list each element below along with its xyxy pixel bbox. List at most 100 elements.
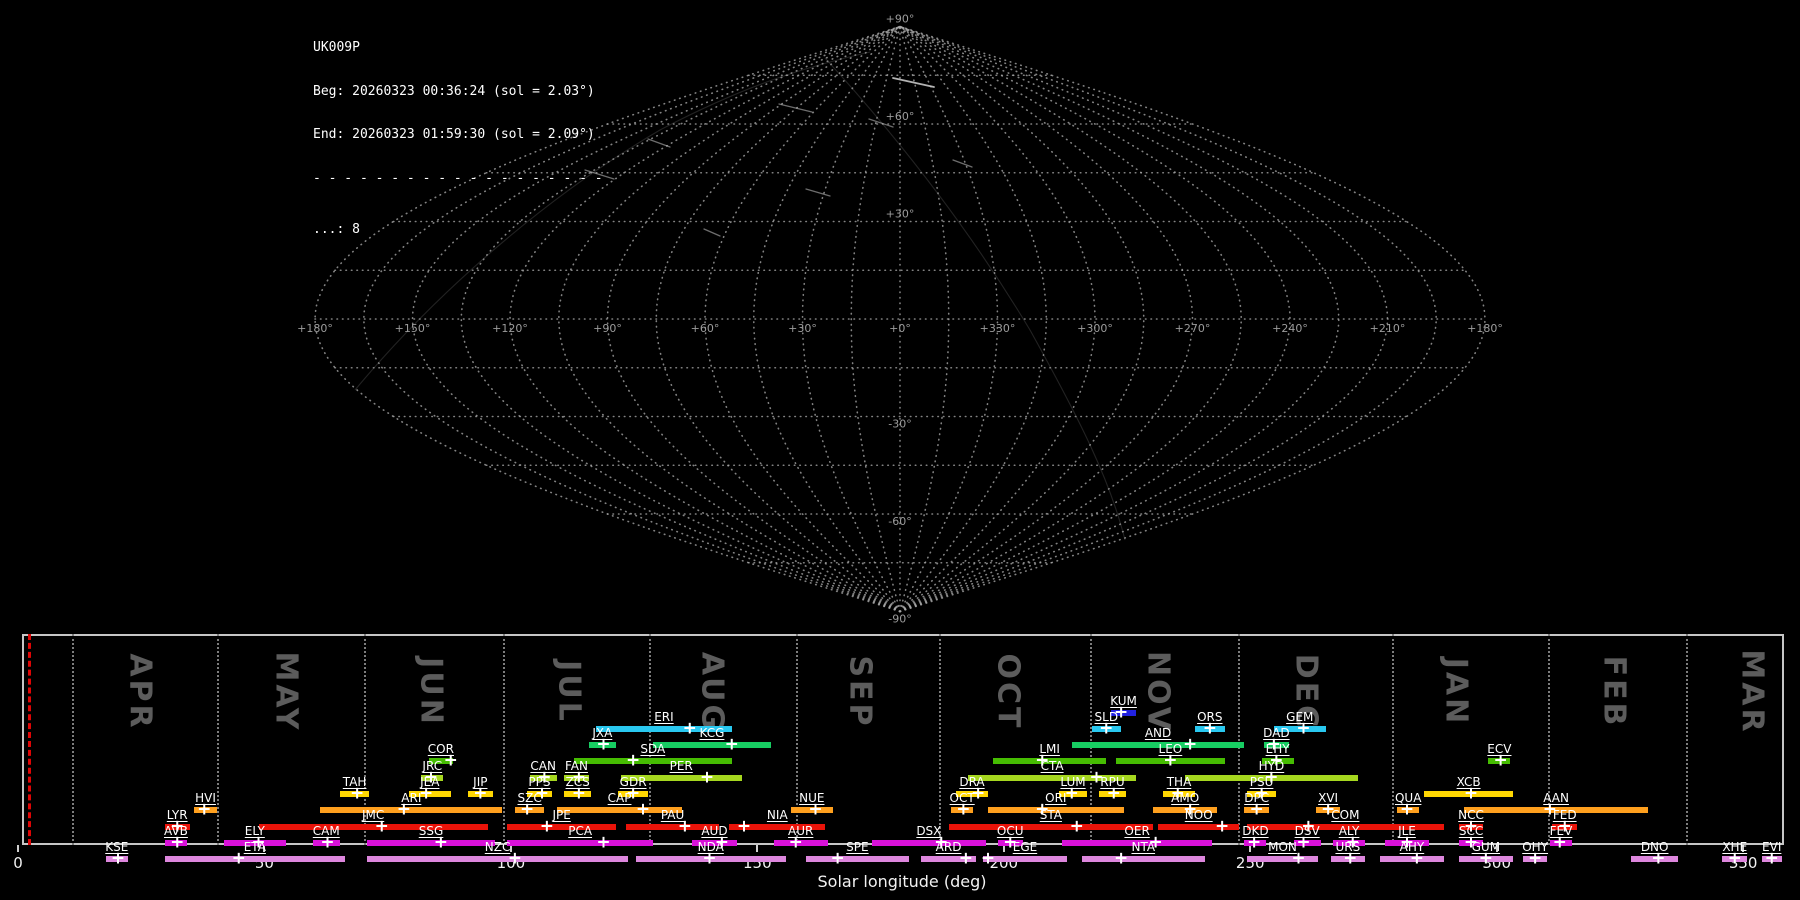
shower-label: STA — [1040, 809, 1062, 821]
peak-marker: + — [350, 786, 364, 803]
peak-marker: + — [831, 851, 845, 868]
shower-bar — [259, 824, 488, 830]
peak-marker: + — [1247, 835, 1261, 852]
month-label-may: MAY — [268, 652, 303, 733]
peak-marker: + — [596, 737, 610, 754]
sky-latitude-label: +30° — [886, 208, 915, 221]
shower-bar — [949, 824, 1154, 830]
shower-label: NZC — [485, 841, 511, 853]
sky-longitude-label: +150° — [395, 322, 431, 335]
sky-longitude-label: +0° — [889, 322, 911, 335]
sky-latitude-label: -90° — [888, 613, 911, 626]
shower-label: NIA — [767, 809, 788, 821]
month-gridline-nov — [1090, 634, 1092, 845]
peak-marker: + — [1479, 851, 1493, 868]
month-label-jun: JUN — [414, 657, 449, 727]
meridian-gridline — [900, 27, 1485, 612]
separator-line: - - - - - - - - - - - - - - - - - - - — [313, 172, 603, 187]
meteor-trail — [806, 189, 830, 196]
shower-bar — [507, 840, 652, 846]
peak-marker: + — [1494, 753, 1508, 770]
month-label-jul: JUL — [552, 660, 587, 724]
peak-marker: + — [1410, 851, 1424, 868]
shower-bar — [653, 742, 771, 748]
shower-bar — [507, 824, 615, 830]
sky-longitude-label: +90° — [593, 322, 622, 335]
peak-marker: + — [1343, 851, 1357, 868]
meteor-trail — [893, 78, 934, 87]
peak-marker: + — [375, 819, 389, 836]
peak-marker: + — [1107, 786, 1121, 803]
peak-marker: + — [1528, 851, 1542, 868]
shower-label: OER — [1124, 825, 1149, 837]
shower-bar — [983, 856, 1067, 862]
peak-marker: + — [1183, 737, 1197, 754]
sky-longitude-label: +240° — [1272, 322, 1308, 335]
peak-marker: + — [444, 753, 458, 770]
month-gridline-jan — [1392, 634, 1394, 845]
shower-label: JPE — [552, 809, 570, 821]
peak-marker: + — [1099, 721, 1113, 738]
begin-time: Beg: 20260323 00:36:24 (sol = 2.03°) — [313, 85, 603, 100]
peak-marker: + — [1203, 721, 1217, 738]
shower-label: COM — [1331, 809, 1359, 821]
camera-id: UK009P — [313, 41, 603, 56]
peak-marker: + — [683, 721, 697, 738]
meteor-observation-plot: +180°+150°+120°+90°+60°+30°+0°+330°+300°… — [0, 0, 1800, 900]
month-label-sep: SEP — [842, 655, 877, 728]
shower-label: AND — [1145, 727, 1171, 739]
meteor-trail — [953, 160, 972, 167]
peak-marker: + — [1114, 851, 1128, 868]
meteor-trail — [648, 139, 670, 147]
peak-marker: + — [700, 770, 714, 787]
peak-marker: + — [789, 835, 803, 852]
shower-label: CTA — [1041, 760, 1064, 772]
peak-marker: + — [1065, 786, 1079, 803]
month-gridline-may — [217, 634, 219, 845]
peak-marker: + — [626, 753, 640, 770]
shower-label: EGE — [1013, 841, 1037, 853]
x-axis-title: Solar longitude (deg) — [818, 872, 987, 891]
sky-longitude-label: +180° — [1467, 322, 1503, 335]
shower-label: KCG — [700, 727, 725, 739]
current-sol-line — [28, 634, 31, 845]
sky-longitude-label: +330° — [980, 322, 1016, 335]
peak-marker: + — [1651, 851, 1665, 868]
peak-marker: + — [397, 802, 411, 819]
peak-marker: + — [170, 835, 184, 852]
sky-longitude-label: +30° — [788, 322, 817, 335]
peak-marker: + — [434, 835, 448, 852]
peak-marker: + — [320, 835, 334, 852]
shower-label: PCA — [568, 825, 592, 837]
month-label-feb: FEB — [1596, 656, 1631, 729]
peak-marker: + — [1400, 802, 1414, 819]
meteor-count-line: ...: 8 — [313, 223, 603, 238]
shower-label: NOO — [1185, 809, 1213, 821]
end-time: End: 20260323 01:59:30 (sol = 2.09°) — [313, 128, 603, 143]
sky-longitude-label: +120° — [492, 322, 528, 335]
sky-map: +180°+150°+120°+90°+60°+30°+0°+330°+300°… — [0, 0, 1800, 630]
sky-latitude-label: -30° — [888, 418, 911, 431]
peak-marker: + — [540, 819, 554, 836]
shower-label: NTA — [1131, 841, 1155, 853]
month-gridline-mar — [1686, 634, 1688, 845]
shower-label: SPE — [846, 841, 868, 853]
month-gridline-oct — [939, 634, 941, 845]
peak-marker: + — [725, 737, 739, 754]
peak-marker: + — [1296, 721, 1310, 738]
peak-marker: + — [596, 835, 610, 852]
sky-longitude-label: +210° — [1370, 322, 1406, 335]
peak-marker: + — [678, 819, 692, 836]
peak-marker: + — [959, 851, 973, 868]
peak-marker: + — [1070, 819, 1084, 836]
peak-marker: + — [737, 819, 751, 836]
peak-marker: + — [1291, 851, 1305, 868]
peak-marker: + — [1163, 753, 1177, 770]
sky-latitude-label: -60° — [888, 515, 911, 528]
month-gridline-apr — [72, 634, 74, 845]
month-gridline-dec — [1238, 634, 1240, 845]
peak-marker: + — [1250, 802, 1264, 819]
activity-timeline-chart: Solar longitude (deg) APRMAYJUNJULAUGSEP… — [0, 630, 1800, 900]
peak-marker: + — [572, 786, 586, 803]
meteor-trail — [779, 104, 812, 112]
